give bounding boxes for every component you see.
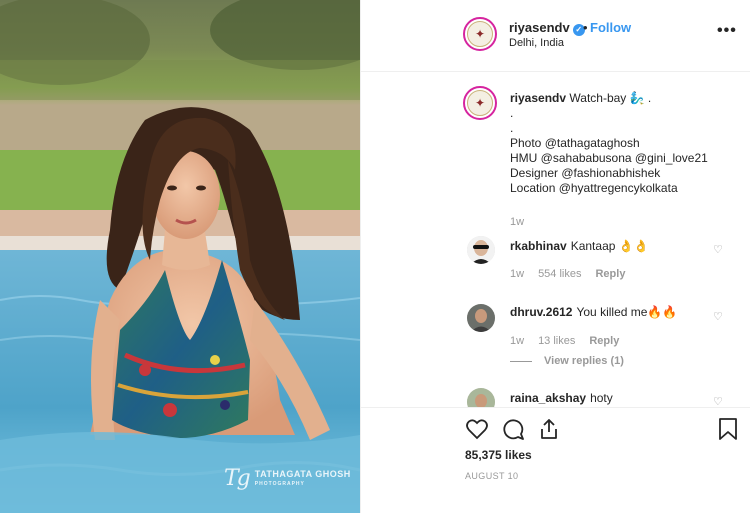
caption-credit-photo[interactable]: Photo @tathagataghosh: [510, 136, 740, 151]
comment-text: rkabhinav Kantaap 👌👌: [510, 239, 649, 253]
caption-credit-location[interactable]: Location @hyattregencykolkata: [510, 181, 740, 196]
commenter-username[interactable]: dhruv.2612: [510, 305, 572, 319]
follow-button[interactable]: Follow: [590, 20, 631, 35]
emblem-icon: ✦: [467, 90, 493, 116]
heart-icon[interactable]: [465, 417, 489, 446]
more-options-icon[interactable]: •••: [717, 22, 737, 40]
watermark-logo: Tg: [224, 466, 251, 491]
caption-line: .: [510, 121, 514, 135]
avatar-image: [467, 236, 495, 264]
reply-button[interactable]: Reply: [595, 268, 625, 280]
author-username[interactable]: riyasendv: [509, 20, 570, 35]
view-replies-button[interactable]: View replies (1): [510, 355, 624, 367]
emblem-icon: ✦: [467, 21, 493, 47]
comment-like-heart-icon[interactable]: ♡: [713, 310, 723, 323]
comment-timestamp[interactable]: 1w: [510, 335, 524, 347]
comment-likes[interactable]: 554 likes: [538, 268, 581, 280]
comment-text: dhruv.2612 You killed me🔥🔥: [510, 305, 678, 319]
commenter-username[interactable]: rkabhinav: [510, 239, 567, 253]
caption-avatar[interactable]: ✦: [463, 86, 497, 120]
comment-like-heart-icon[interactable]: ♡: [713, 243, 723, 256]
comment-text: raina_akshay hoty: [510, 391, 613, 405]
post-header: ✦ riyasendv ✓ • Follow Delhi, India •••: [361, 0, 750, 72]
watermark-name: TATHAGATA GHOSH: [254, 468, 351, 479]
likes-count[interactable]: 85,375 likes: [465, 448, 532, 462]
avatar-image: [467, 304, 495, 332]
comment-like-heart-icon[interactable]: ♡: [713, 395, 723, 407]
commenter-username[interactable]: raina_akshay: [510, 391, 586, 405]
comment-timestamp[interactable]: 1w: [510, 268, 524, 280]
caption-timestamp[interactable]: 1w: [510, 216, 524, 228]
caption-credit-designer[interactable]: Designer @fashionabhishek: [510, 166, 740, 181]
caption: riyasendv Watch-bay 🧞‍♂️ . . . Photo @ta…: [510, 91, 740, 196]
author-avatar[interactable]: ✦: [463, 17, 497, 51]
comments-section[interactable]: ✦ riyasendv Watch-bay 🧞‍♂️ . . . Photo @…: [361, 73, 750, 407]
comment-meta: 1w 13 likes Reply: [510, 335, 633, 347]
comment-likes[interactable]: 13 likes: [538, 335, 575, 347]
header-dot: •: [583, 20, 588, 35]
photo-scene: [0, 0, 360, 513]
caption-username[interactable]: riyasendv: [510, 91, 566, 105]
post-location[interactable]: Delhi, India: [509, 37, 564, 49]
commenter-avatar[interactable]: [467, 388, 495, 407]
watermark-sub: PHOTOGRAPHY: [254, 480, 305, 487]
commenter-avatar[interactable]: [467, 236, 495, 264]
view-replies-line: [510, 360, 532, 362]
caption-line: .: [510, 106, 514, 120]
comment-icon[interactable]: [501, 417, 525, 446]
post-details-panel: ✦ riyasendv ✓ • Follow Delhi, India ••• ✦…: [360, 0, 750, 513]
share-icon[interactable]: [537, 417, 561, 446]
action-bar: 85,375 likes AUGUST 10: [361, 407, 750, 513]
bookmark-icon[interactable]: [717, 417, 739, 446]
caption-credit-hmu[interactable]: HMU @sahababusona @gini_love21: [510, 151, 740, 166]
caption-text: Watch-bay 🧞‍♂️ .: [569, 91, 652, 105]
reply-button[interactable]: Reply: [589, 335, 619, 347]
post-photo[interactable]: Tg TATHAGATA GHOSH PHOTOGRAPHY: [0, 0, 360, 513]
post-date[interactable]: AUGUST 10: [465, 471, 518, 481]
avatar-image: [467, 388, 495, 407]
photographer-watermark: Tg TATHAGATA GHOSH PHOTOGRAPHY: [224, 466, 351, 491]
comment-meta: 1w 554 likes Reply: [510, 268, 639, 280]
commenter-avatar[interactable]: [467, 304, 495, 332]
